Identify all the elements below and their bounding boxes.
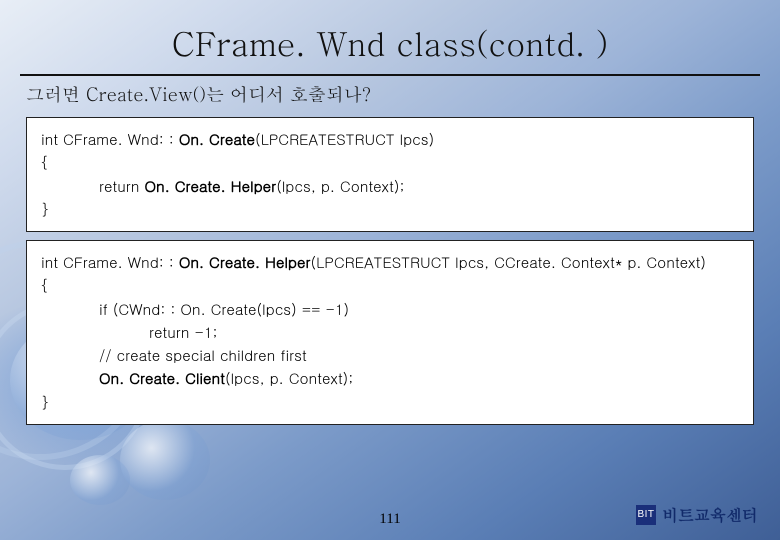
code-line: return On. Create. Helper(lpcs, p. Conte…: [41, 175, 739, 198]
code-text: int CFrame. Wnd: :: [41, 252, 179, 273]
code-line: On. Create. Client(lpcs, p. Context);: [41, 367, 739, 390]
code-text-bold: On. Create. Helper: [179, 252, 311, 273]
code-line: // create special children first: [41, 344, 739, 367]
code-text: int CFrame. Wnd: :: [41, 129, 179, 150]
code-text: (lpcs, p. Context);: [276, 176, 404, 197]
slide-title: CFrame. Wnd class(contd. ): [20, 20, 760, 66]
code-box-oncreate: int CFrame. Wnd: : On. Create(LPCREATEST…: [26, 117, 754, 232]
code-line: }: [41, 198, 739, 221]
brand-badge-label: BIT: [637, 509, 654, 520]
slide-subtitle: 그러면 Create.View()는 어디서 호출되나?: [26, 82, 760, 107]
code-text-bold: On. Create: [179, 129, 255, 150]
slide: CFrame. Wnd class(contd. ) 그러면 Create.Vi…: [0, 0, 780, 540]
code-text: return: [99, 176, 144, 197]
code-line: return -1;: [41, 321, 739, 344]
code-line: int CFrame. Wnd: : On. Create. Helper(LP…: [41, 251, 739, 274]
code-line: int CFrame. Wnd: : On. Create(LPCREATEST…: [41, 128, 739, 151]
code-text-bold: On. Create. Client: [99, 368, 225, 389]
code-text-bold: On. Create. Helper: [144, 176, 276, 197]
brand-label: 비트교육센터: [662, 503, 758, 526]
brand-badge-icon: BIT: [636, 505, 656, 525]
footer: 111 BIT 비트교육센터: [0, 500, 780, 530]
code-box-oncreatehelper: int CFrame. Wnd: : On. Create. Helper(LP…: [26, 240, 754, 425]
code-text: (LPCREATESTRUCT lpcs): [255, 129, 434, 150]
code-text: (lpcs, p. Context);: [225, 368, 353, 389]
code-line: {: [41, 274, 739, 297]
page-number: 111: [379, 511, 400, 528]
code-line: }: [41, 391, 739, 414]
brand: BIT 비트교육센터: [636, 503, 758, 526]
code-line: {: [41, 151, 739, 174]
code-line: if (CWnd: : On. Create(lpcs) == -1): [41, 298, 739, 321]
code-text: (LPCREATESTRUCT lpcs, CCreate. Context* …: [311, 252, 706, 273]
title-underline: [20, 74, 760, 76]
